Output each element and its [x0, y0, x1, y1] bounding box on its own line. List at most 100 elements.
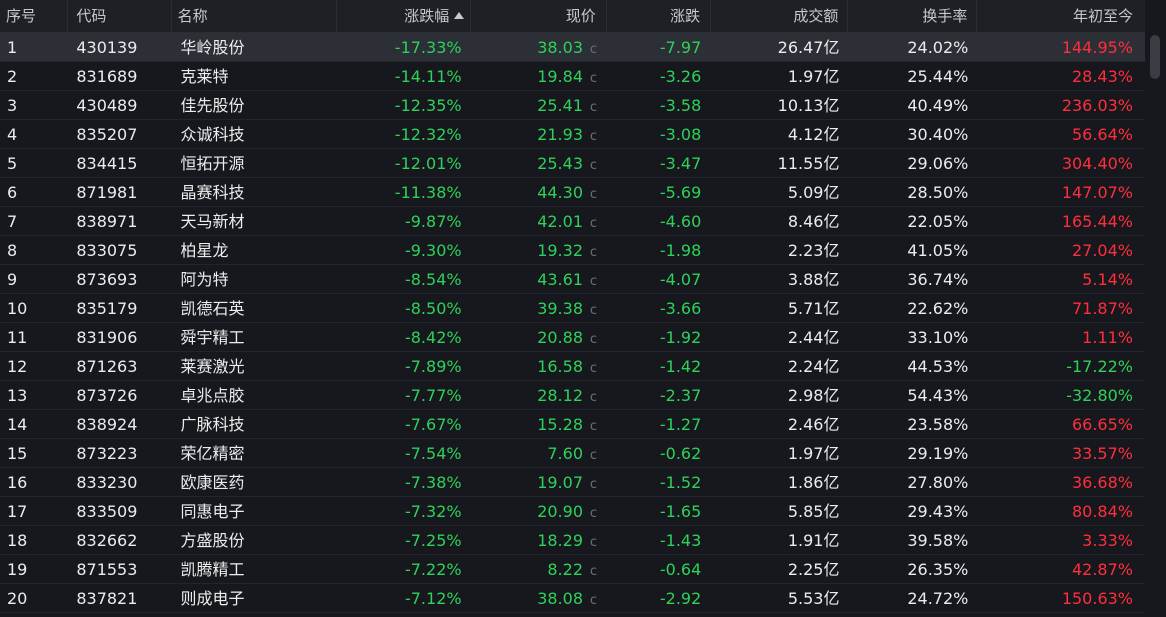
column-header-turnover-amount[interactable]: 成交额 [711, 0, 849, 32]
table-row[interactable]: 16 833230 欧康医药 -7.38% 19.07 c -1.52 1.86亿 27.80%… [0, 468, 1145, 497]
row-index: 11 [0, 323, 68, 351]
column-header-price[interactable]: 现价 [471, 0, 607, 32]
table-row[interactable]: 2 831689 克莱特 -14.11% 19.84 c -3.26 1.97亿 25.44% 2… [0, 62, 1145, 91]
change-percent-value: -7.77% [404, 386, 462, 405]
turnover-amount-value: 1.91亿 [787, 531, 840, 550]
turnover-amount: 11.55亿 [711, 149, 848, 177]
turnover-amount-value: 2.46亿 [787, 415, 840, 434]
stock-code-value: 838971 [76, 212, 138, 231]
turnover-rate-value: 25.44% [907, 67, 969, 86]
column-header-code[interactable]: 代码 [68, 0, 172, 32]
price-change-value: -3.66 [659, 299, 702, 318]
table-row[interactable]: 15 873223 荣亿精密 -7.54% 7.60 c -0.62 1.97亿 29.19% 3… [0, 439, 1145, 468]
price-change: -1.52 [607, 468, 711, 496]
stock-code-value: 430489 [76, 96, 138, 115]
change-percent-value: -7.38% [404, 473, 462, 492]
change-percent: -12.35% [337, 91, 472, 119]
stock-code-value: 834415 [76, 154, 138, 173]
row-index-value: 14 [7, 415, 28, 434]
table-row[interactable]: 12 871263 莱赛激光 -7.89% 16.58 c -1.42 2.24亿 44.53%… [0, 352, 1145, 381]
table-row[interactable]: 18 832662 方盛股份 -7.25% 18.29 c -1.43 1.91亿 39.58%… [0, 526, 1145, 555]
column-header-label: 名称 [177, 7, 208, 25]
column-header-change[interactable]: 涨跌 [607, 0, 712, 32]
table-row[interactable]: 11 831906 舜宇精工 -8.42% 20.88 c -1.92 2.44亿 33.10%… [0, 323, 1145, 352]
row-index-value: 2 [7, 67, 18, 86]
table-row[interactable]: 6 871981 晶赛科技 -11.38% 44.30 c -5.69 5.09亿 28.50%… [0, 178, 1145, 207]
table-row[interactable]: 14 838924 广脉科技 -7.67% 15.28 c -1.27 2.46亿 23.58%… [0, 410, 1145, 439]
column-header-ytd[interactable]: 年初至今 [977, 0, 1145, 32]
change-percent: -11.38% [337, 178, 472, 206]
table-row[interactable]: 17 833509 同惠电子 -7.32% 20.90 c -1.65 5.85亿 29.43%… [0, 497, 1145, 526]
price-change: -4.60 [607, 207, 711, 235]
price-flag: c [589, 303, 597, 318]
turnover-rate: 41.05% [848, 236, 977, 264]
vertical-scrollbar[interactable] [1146, 0, 1166, 617]
ytd-change-value: 71.87% [1071, 299, 1133, 318]
stock-code-value: 835207 [76, 125, 138, 144]
table-row[interactable]: 9 873693 阿为特 -8.54% 43.61 c -4.07 3.88亿 36.74% 5.… [0, 265, 1145, 294]
row-index-value: 5 [7, 154, 18, 173]
stock-name-value: 欧康医药 [180, 473, 245, 492]
table-row[interactable]: 10 835179 凯德石英 -8.50% 39.38 c -3.66 5.71亿 22.62%… [0, 294, 1145, 323]
turnover-amount-value: 1.86亿 [787, 473, 840, 492]
price-flag: c [589, 506, 597, 521]
table-row[interactable]: 3 430489 佳先股份 -12.35% 25.41 c -3.58 10.13亿 40.49… [0, 91, 1145, 120]
stock-code-value: 832662 [76, 531, 138, 550]
table-row[interactable]: 1 430139 华岭股份 -17.33% 38.03 c -7.97 26.47亿 24.02… [0, 33, 1145, 62]
table-row[interactable]: 5 834415 恒拓开源 -12.01% 25.43 c -3.47 11.55亿 29.06… [0, 149, 1145, 178]
turnover-amount-value: 11.55亿 [777, 154, 840, 173]
column-header-name[interactable]: 名称 [172, 0, 337, 32]
stock-code-value: 831906 [76, 328, 138, 347]
table-row[interactable]: 13 873726 卓兆点胶 -7.77% 28.12 c -2.37 2.98亿 54.43%… [0, 381, 1145, 410]
ytd-change: 165.44% [977, 207, 1145, 235]
turnover-amount: 2.23亿 [711, 236, 848, 264]
turnover-rate: 27.80% [848, 468, 977, 496]
stock-code: 871263 [68, 352, 171, 380]
stock-name: 恒拓开源 [172, 149, 338, 177]
stock-code: 831906 [68, 323, 171, 351]
stock-code: 873693 [68, 265, 171, 293]
ytd-change: 5.14% [977, 265, 1145, 293]
turnover-amount: 5.09亿 [711, 178, 848, 206]
row-index-value: 13 [7, 386, 28, 405]
turnover-amount-value: 2.23亿 [787, 241, 840, 260]
scrollbar-thumb[interactable] [1150, 35, 1160, 79]
change-percent-value: -8.50% [404, 299, 462, 318]
price-change-value: -1.52 [659, 473, 702, 492]
stock-code-value: 430139 [76, 38, 138, 57]
row-index: 2 [0, 62, 68, 90]
turnover-amount-value: 2.25亿 [787, 560, 840, 579]
table-row[interactable]: 7 838971 天马新材 -9.87% 42.01 c -4.60 8.46亿 22.05% 1… [0, 207, 1145, 236]
table-row[interactable]: 4 835207 众诚科技 -12.32% 21.93 c -3.08 4.12亿 30.40%… [0, 120, 1145, 149]
turnover-amount: 1.97亿 [711, 62, 848, 90]
ytd-change: 36.68% [977, 468, 1145, 496]
change-percent-value: -12.32% [394, 125, 462, 144]
stock-code-value: 871263 [76, 357, 138, 376]
row-index-value: 20 [7, 589, 28, 608]
table-row[interactable]: 8 833075 柏星龙 -9.30% 19.32 c -1.98 2.23亿 41.05% 27… [0, 236, 1145, 265]
stock-name: 莱赛激光 [172, 352, 338, 380]
change-percent-value: -12.01% [394, 154, 462, 173]
stock-code: 833075 [68, 236, 171, 264]
ytd-change-value: 1.11% [1082, 328, 1133, 347]
stock-code-value: 831689 [76, 67, 138, 86]
column-header-change-percent[interactable]: 涨跌幅 [337, 0, 472, 32]
stock-name-value: 阿为特 [180, 270, 229, 289]
stock-name-value: 凯德石英 [180, 299, 245, 318]
turnover-amount-value: 5.85亿 [787, 502, 840, 521]
change-percent: -7.12% [337, 584, 472, 612]
table-row[interactable]: 20 837821 则成电子 -7.12% 38.08 c -2.92 5.53亿 24.72%… [0, 584, 1145, 613]
ytd-change: 3.33% [977, 526, 1145, 554]
table-row[interactable]: 19 871553 凯腾精工 -7.22% 8.22 c -0.64 2.25亿 26.35% 4… [0, 555, 1145, 584]
turnover-rate-value: 30.40% [907, 125, 969, 144]
turnover-amount-value: 2.98亿 [787, 386, 840, 405]
column-header-index[interactable]: 序号 [0, 0, 69, 32]
stock-code-value: 871981 [76, 183, 138, 202]
price-change: -5.69 [607, 178, 711, 206]
turnover-rate-value: 29.43% [907, 502, 969, 521]
turnover-amount: 10.13亿 [711, 91, 848, 119]
turnover-rate: 23.58% [848, 410, 977, 438]
current-price-value: 38.03 [537, 38, 583, 57]
column-header-turnover-rate[interactable]: 换手率 [848, 0, 978, 32]
stock-name-value: 则成电子 [180, 589, 245, 608]
